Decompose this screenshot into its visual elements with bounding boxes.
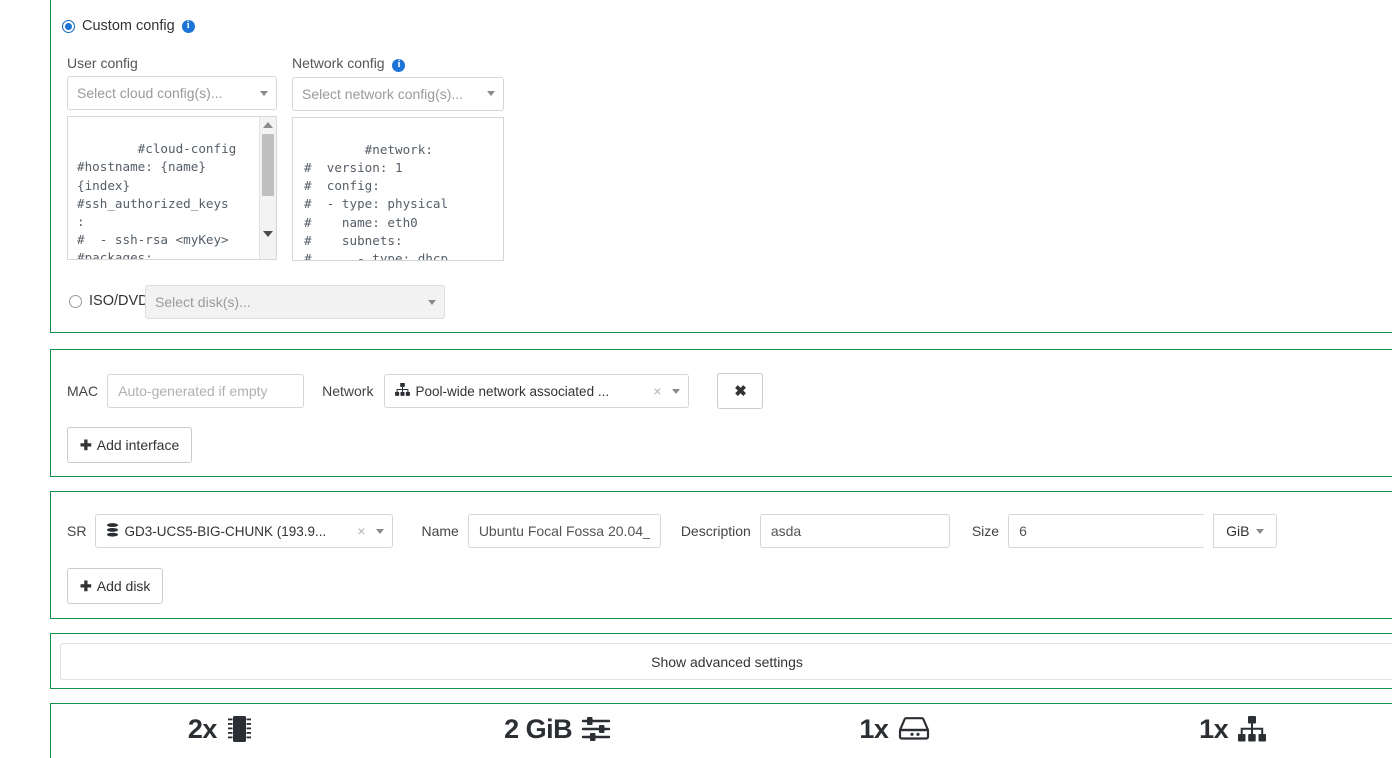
disk-description-label: Description	[680, 523, 751, 539]
resize-grip-icon[interactable]	[262, 245, 275, 258]
network-config-select[interactable]: Select network config(s)...	[292, 76, 504, 111]
network-select[interactable]: Pool-wide network associated ... ×	[384, 374, 690, 408]
remove-interface-button[interactable]: ✖	[717, 373, 764, 409]
config-panel: Custom config i User config Select cloud…	[50, 0, 1392, 333]
network-config-label: Network config	[292, 55, 385, 71]
sr-select[interactable]: GD3-UCS5-BIG-CHUNK (193.9... ×	[95, 514, 394, 548]
custom-config-label: Custom config	[82, 18, 175, 34]
user-config-select[interactable]: Select cloud config(s)...	[67, 76, 277, 110]
clear-sr-icon[interactable]: ×	[353, 523, 365, 539]
user-config-label: User config	[67, 55, 138, 71]
iso-dvd-label: ISO/DVD	[89, 293, 149, 309]
network-interfaces-panel: MAC Network Pool-wide network associated…	[50, 349, 1392, 477]
vm-creation-form: Custom config i User config Select cloud…	[0, 0, 1392, 758]
disk-size-label: Size	[971, 523, 1000, 539]
add-interface-label: Add interface	[96, 437, 180, 453]
clear-network-icon[interactable]: ×	[649, 383, 661, 399]
add-disk-button[interactable]: ✚ Add disk	[67, 568, 164, 604]
interface-row: MAC Network Pool-wide network associated…	[67, 373, 764, 409]
network-config-textarea-value: #network: # version: 1 # config: # - typ…	[304, 141, 449, 261]
summary-networks: 1x	[1064, 714, 1392, 745]
disk-size-input[interactable]	[1008, 514, 1205, 548]
hard-drive-icon	[897, 716, 931, 742]
chevron-down-icon	[260, 90, 268, 96]
disk-name-label: Name	[421, 523, 459, 539]
add-disk-label: Add disk	[96, 578, 151, 594]
resource-summary-panel: 2x 2 GiB 1x 1x	[50, 703, 1392, 758]
show-advanced-settings-label: Show advanced settings	[651, 653, 803, 670]
custom-config-radio-row[interactable]: Custom config i	[62, 18, 195, 34]
network-config-textarea[interactable]: #network: # version: 1 # config: # - typ…	[292, 116, 504, 261]
summary-cpu: 2x	[51, 714, 389, 745]
user-config-select-placeholder: Select cloud config(s)...	[77, 85, 223, 101]
chevron-down-icon	[428, 299, 436, 305]
disk-row: SR GD3-UCS5-BIG-CHUNK (193.9... × Name D…	[67, 514, 1278, 548]
summary-memory: 2 GiB	[389, 714, 727, 745]
summary-memory-value: 2 GiB	[504, 713, 573, 744]
scroll-down-icon[interactable]	[260, 226, 276, 241]
chevron-down-icon	[376, 528, 385, 534]
disk-size-unit-dropdown[interactable]: GiB	[1213, 514, 1278, 548]
network-config-label-wrap: Network config i	[292, 55, 504, 72]
user-config-textarea-value: #cloud-config #hostname: {name} {index} …	[77, 141, 237, 260]
plus-icon: ✚	[80, 577, 92, 594]
summary-disks-value: 1x	[859, 713, 889, 744]
advanced-settings-panel: Show advanced settings	[50, 633, 1392, 689]
sitemap-icon	[1237, 715, 1267, 743]
network-config-select-placeholder: Select network config(s)...	[302, 85, 464, 102]
sr-label: SR	[67, 523, 87, 539]
plus-icon: ✚	[80, 436, 92, 453]
mac-input[interactable]	[107, 374, 305, 408]
info-icon[interactable]: i	[392, 58, 406, 72]
iso-dvd-select[interactable]: Select disk(s)...	[145, 285, 445, 319]
chevron-down-icon	[1256, 528, 1265, 534]
user-config-textarea[interactable]: #cloud-config #hostname: {name} {index} …	[67, 116, 277, 260]
disks-panel: SR GD3-UCS5-BIG-CHUNK (193.9... × Name D…	[50, 491, 1392, 619]
database-icon	[106, 522, 119, 540]
network-config-group: Network config i Select network config(s…	[292, 55, 504, 261]
add-interface-button[interactable]: ✚ Add interface	[67, 427, 193, 463]
summary-row: 2x 2 GiB 1x 1x	[51, 704, 1392, 754]
sliders-icon	[581, 714, 611, 744]
mac-label: MAC	[67, 383, 99, 399]
close-icon: ✖	[734, 383, 747, 400]
summary-networks-value: 1x	[1199, 713, 1229, 744]
iso-dvd-row[interactable]: ISO/DVD	[69, 293, 149, 309]
user-config-group: User config Select cloud config(s)... #c…	[67, 55, 277, 260]
scrollbar-thumb[interactable]	[262, 134, 274, 196]
network-select-value: Pool-wide network associated ...	[415, 383, 610, 399]
chevron-down-icon	[487, 91, 495, 96]
user-config-scrollbar[interactable]	[259, 117, 276, 259]
summary-cpu-value: 2x	[187, 713, 218, 744]
cpu-icon	[226, 714, 252, 744]
iso-dvd-select-placeholder: Select disk(s)...	[155, 294, 251, 310]
summary-disks: 1x	[727, 714, 1065, 745]
show-advanced-settings-button[interactable]: Show advanced settings	[60, 643, 1392, 680]
disk-size-unit-label: GiB	[1226, 523, 1250, 539]
disk-name-input[interactable]	[467, 514, 661, 548]
iso-dvd-radio[interactable]	[69, 294, 82, 308]
sr-select-value: GD3-UCS5-BIG-CHUNK (193.9...	[124, 523, 327, 539]
custom-config-radio[interactable]	[62, 19, 75, 33]
scroll-up-icon[interactable]	[260, 117, 276, 132]
sitemap-icon	[395, 383, 411, 399]
chevron-down-icon	[672, 388, 681, 394]
network-label: Network	[322, 383, 374, 399]
resize-grip-icon[interactable]	[489, 246, 502, 259]
disk-description-input[interactable]	[759, 514, 950, 548]
info-icon[interactable]: i	[181, 19, 195, 33]
